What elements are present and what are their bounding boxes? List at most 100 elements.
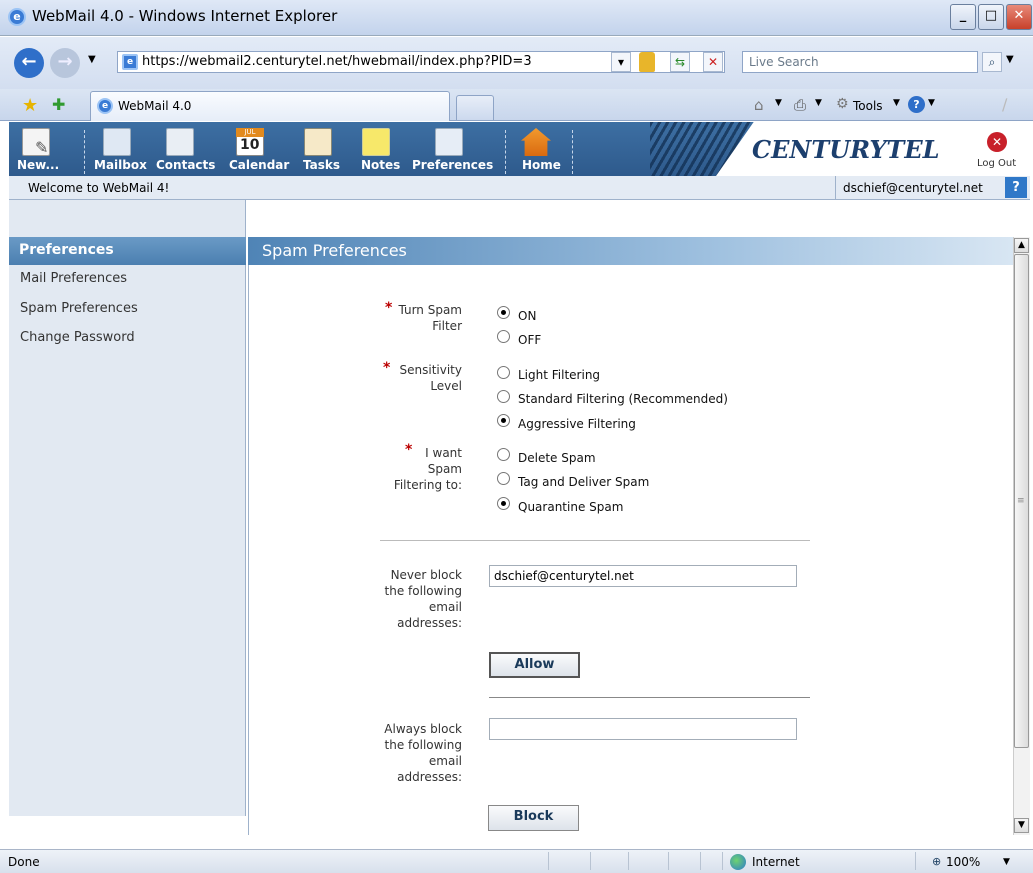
status-separator	[590, 852, 591, 870]
section-divider	[380, 540, 810, 541]
toolbar-calendar[interactable]: Calendar	[229, 158, 289, 172]
action-quarantine-label[interactable]: Quarantine Spam	[518, 500, 623, 514]
scroll-down-button[interactable]: ▼	[1014, 818, 1029, 833]
always-block-input[interactable]	[489, 718, 797, 740]
print-icon[interactable]: ⎙	[794, 96, 806, 114]
logout-icon[interactable]: ✕	[987, 132, 1007, 152]
never-block-label-line: addresses:	[397, 616, 462, 630]
sensitivity-light-radio[interactable]	[497, 366, 510, 379]
status-text: Done	[8, 855, 40, 869]
window-title: WebMail 4.0 - Windows Internet Explorer	[32, 7, 338, 25]
calendar-day: 10	[240, 137, 260, 153]
search-options-dropdown[interactable]: ▼	[1006, 54, 1014, 65]
tools-gear-icon[interactable]: ⚙	[836, 96, 849, 112]
sensitivity-light-label[interactable]: Light Filtering	[518, 368, 600, 382]
sensitivity-standard-radio[interactable]	[497, 390, 510, 403]
zoom-icon[interactable]: ⊕	[932, 855, 941, 868]
welcome-divider	[835, 176, 836, 200]
action-tag-label[interactable]: Tag and Deliver Spam	[518, 475, 649, 489]
filter-off-label[interactable]: OFF	[518, 333, 541, 347]
lock-icon[interactable]	[639, 52, 655, 72]
toolbar-new[interactable]: New...	[17, 158, 59, 172]
allow-button[interactable]: Allow	[489, 652, 580, 678]
toolbar-notes[interactable]: Notes	[361, 158, 400, 172]
maximize-button[interactable]: □	[978, 4, 1004, 30]
sensitivity-aggressive-radio[interactable]	[497, 414, 510, 427]
mailbox-icon[interactable]	[103, 128, 131, 156]
sensitivity-aggressive-label[interactable]: Aggressive Filtering	[518, 417, 636, 431]
never-block-input[interactable]: dschief@centurytel.net	[489, 565, 797, 587]
preferences-icon[interactable]	[435, 128, 463, 156]
filter-off-radio[interactable]	[497, 330, 510, 343]
filter-label: Turn Spam Filter	[380, 302, 462, 334]
never-block-label-line: the following	[384, 584, 462, 598]
stop-icon[interactable]: ✕	[703, 52, 723, 72]
globe-icon	[730, 854, 746, 870]
toolbar-preferences[interactable]: Preferences	[412, 158, 493, 172]
action-quarantine-radio[interactable]	[497, 497, 510, 510]
sensitivity-label: Sensitivity Level	[380, 362, 462, 394]
filter-label-line: Filter	[432, 319, 462, 333]
zoom-dropdown[interactable]: ▼	[1003, 857, 1010, 867]
toolbar-contacts[interactable]: Contacts	[156, 158, 215, 172]
contacts-icon[interactable]	[166, 128, 194, 156]
never-block-label: Never block the following email addresse…	[375, 567, 462, 631]
add-favorites-icon[interactable]: ✚	[52, 95, 65, 114]
tasks-icon[interactable]	[304, 128, 332, 156]
action-delete-label[interactable]: Delete Spam	[518, 451, 596, 465]
pencil-icon: ✎	[35, 138, 49, 157]
toolbar-tasks[interactable]: Tasks	[303, 158, 340, 172]
welcome-text: Welcome to WebMail 4!	[28, 181, 170, 195]
logout-label[interactable]: Log Out	[977, 158, 1016, 169]
calendar-month: JUL	[236, 128, 264, 137]
status-separator	[668, 852, 669, 870]
zoom-level[interactable]: 100%	[946, 855, 980, 869]
home-icon[interactable]: ⌂	[754, 96, 764, 114]
back-button[interactable]: ←	[14, 48, 44, 78]
sidebar-item-spam-preferences[interactable]: Spam Preferences	[20, 301, 138, 316]
minimize-button[interactable]: _	[950, 4, 976, 30]
sensitivity-standard-label[interactable]: Standard Filtering (Recommended)	[518, 392, 728, 406]
refresh-icon[interactable]: ⇆	[670, 52, 690, 72]
new-tab-button[interactable]	[456, 95, 494, 120]
sidebar-item-change-password[interactable]: Change Password	[20, 330, 135, 345]
print-dropdown[interactable]: ▼	[815, 98, 822, 108]
forward-button[interactable]: →	[50, 48, 80, 78]
status-separator	[628, 852, 629, 870]
content-heading: Spam Preferences	[248, 237, 1013, 265]
tab-label: WebMail 4.0	[118, 99, 192, 113]
home-dropdown[interactable]: ▼	[775, 98, 782, 108]
notes-icon[interactable]	[362, 128, 390, 156]
search-icon[interactable]: ⌕	[982, 52, 1002, 72]
action-delete-radio[interactable]	[497, 448, 510, 461]
recent-pages-dropdown[interactable]: ▼	[88, 54, 96, 65]
filter-on-label[interactable]: ON	[518, 309, 536, 323]
toolbar-separator	[84, 130, 85, 174]
toolbar-mailbox[interactable]: Mailbox	[94, 158, 147, 172]
search-placeholder: Live Search	[749, 55, 819, 69]
block-button[interactable]: Block	[488, 805, 579, 831]
tools-menu[interactable]: Tools	[853, 99, 883, 113]
status-separator	[548, 852, 549, 870]
scroll-up-button[interactable]: ▲	[1014, 238, 1029, 253]
help-icon[interactable]: ?	[908, 96, 925, 113]
page-icon: e	[122, 54, 138, 70]
tools-dropdown[interactable]: ▼	[893, 98, 900, 108]
action-tag-radio[interactable]	[497, 472, 510, 485]
address-dropdown[interactable]: ▾	[611, 52, 631, 72]
sidebar-heading: Preferences	[9, 237, 246, 265]
filter-on-radio[interactable]	[497, 306, 510, 319]
zone-label: Internet	[752, 855, 800, 869]
sidebar	[9, 200, 246, 816]
toolbar-home[interactable]: Home	[522, 158, 561, 172]
research-icon[interactable]: ∕	[1002, 95, 1007, 114]
sidebar-item-mail-preferences[interactable]: Mail Preferences	[20, 271, 127, 286]
user-email: dschief@centurytel.net	[843, 181, 983, 195]
status-separator	[915, 852, 916, 870]
never-block-label-line: Never block	[390, 568, 462, 582]
app-help-button[interactable]: ?	[1005, 177, 1027, 198]
help-dropdown[interactable]: ▼	[928, 98, 935, 108]
favorites-star-icon[interactable]: ★	[22, 95, 38, 116]
close-button[interactable]: ✕	[1006, 4, 1032, 30]
filter-label-line: Turn Spam	[398, 303, 462, 317]
